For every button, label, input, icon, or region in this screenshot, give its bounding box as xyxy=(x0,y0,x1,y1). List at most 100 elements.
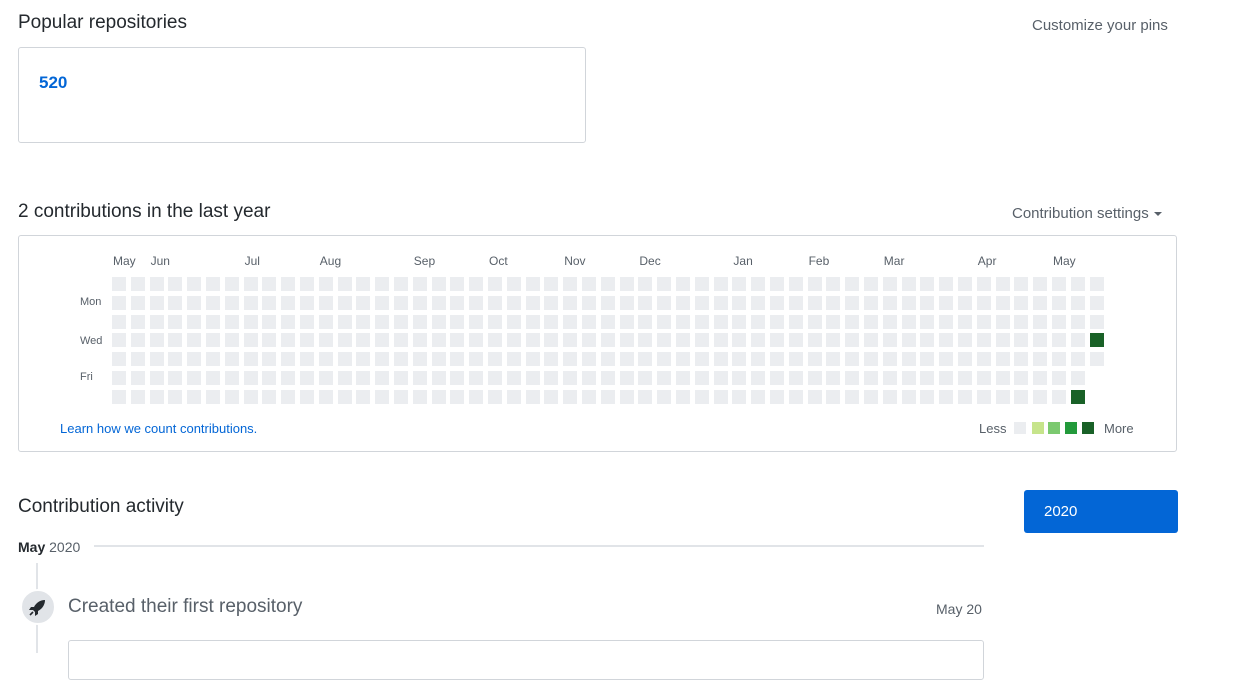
contribution-day-cell[interactable] xyxy=(262,371,277,385)
contribution-day-cell[interactable] xyxy=(488,389,502,404)
contribution-day-cell[interactable] xyxy=(1052,371,1066,385)
contribution-day-cell[interactable] xyxy=(130,352,145,367)
contribution-day-cell[interactable] xyxy=(281,389,296,404)
contribution-day-cell[interactable] xyxy=(168,314,183,329)
contribution-day-cell[interactable] xyxy=(864,371,878,385)
contribution-day-cell[interactable] xyxy=(751,352,766,367)
contribution-day-cell[interactable] xyxy=(807,352,822,367)
contribution-day-cell[interactable] xyxy=(337,314,352,329)
year-2020-button[interactable]: 2020 xyxy=(1024,490,1178,533)
contribution-day-cell[interactable] xyxy=(732,371,747,385)
contribution-day-cell[interactable] xyxy=(920,277,935,291)
contribution-day-cell[interactable] xyxy=(488,352,502,367)
contribution-day-cell[interactable] xyxy=(243,389,258,404)
contribution-day-cell[interactable] xyxy=(224,333,239,348)
contribution-day-cell[interactable] xyxy=(563,333,578,348)
contribution-day-cell[interactable] xyxy=(939,314,954,329)
contribution-day-cell[interactable] xyxy=(149,352,164,367)
contribution-day-cell[interactable] xyxy=(262,333,277,348)
contribution-day-cell[interactable] xyxy=(506,333,521,348)
contribution-day-cell[interactable] xyxy=(243,295,258,310)
contribution-day-cell[interactable] xyxy=(337,295,352,310)
contribution-day-cell[interactable] xyxy=(431,314,446,329)
contribution-day-cell[interactable] xyxy=(845,352,860,367)
contribution-day-cell[interactable] xyxy=(901,333,916,348)
contribution-day-cell[interactable] xyxy=(130,295,145,310)
contribution-day-cell[interactable] xyxy=(732,295,747,310)
contribution-day-cell[interactable] xyxy=(807,333,822,348)
contribution-day-cell[interactable] xyxy=(506,389,521,404)
contribution-day-cell[interactable] xyxy=(676,352,690,367)
contribution-day-cell[interactable] xyxy=(582,295,596,310)
contribution-day-cell[interactable] xyxy=(168,352,183,367)
contribution-day-cell[interactable] xyxy=(394,314,408,329)
contribution-day-cell[interactable] xyxy=(544,389,559,404)
contribution-day-cell[interactable] xyxy=(337,352,352,367)
contribution-day-cell[interactable] xyxy=(1089,333,1104,348)
contribution-day-cell[interactable] xyxy=(976,295,991,310)
contribution-day-cell[interactable] xyxy=(807,389,822,404)
contribution-day-cell[interactable] xyxy=(657,352,672,367)
contribution-day-cell[interactable] xyxy=(337,333,352,348)
contribution-day-cell[interactable] xyxy=(168,277,183,291)
contribution-day-cell[interactable] xyxy=(638,295,653,310)
contribution-day-cell[interactable] xyxy=(638,389,653,404)
contribution-day-cell[interactable] xyxy=(1014,371,1029,385)
contribution-day-cell[interactable] xyxy=(882,277,897,291)
contribution-day-cell[interactable] xyxy=(206,389,220,404)
contribution-day-cell[interactable] xyxy=(619,389,634,404)
contribution-day-cell[interactable] xyxy=(657,295,672,310)
contribution-day-cell[interactable] xyxy=(1070,333,1085,348)
contribution-day-cell[interactable] xyxy=(488,333,502,348)
contribution-day-cell[interactable] xyxy=(676,295,690,310)
contribution-day-cell[interactable] xyxy=(826,314,841,329)
contribution-day-cell[interactable] xyxy=(149,277,164,291)
contribution-day-cell[interactable] xyxy=(995,352,1010,367)
contribution-day-cell[interactable] xyxy=(694,277,709,291)
contribution-day-cell[interactable] xyxy=(375,389,390,404)
contribution-day-cell[interactable] xyxy=(845,389,860,404)
contribution-day-cell[interactable] xyxy=(1089,277,1104,291)
contribution-day-cell[interactable] xyxy=(713,333,728,348)
contribution-day-cell[interactable] xyxy=(112,352,126,367)
contribution-day-cell[interactable] xyxy=(300,277,314,291)
contribution-day-cell[interactable] xyxy=(563,277,578,291)
customize-pins-link[interactable]: Customize your pins xyxy=(1032,17,1168,34)
contribution-day-cell[interactable] xyxy=(751,333,766,348)
contribution-day-cell[interactable] xyxy=(262,314,277,329)
contribution-day-cell[interactable] xyxy=(525,314,540,329)
contribution-day-cell[interactable] xyxy=(356,277,371,291)
contribution-day-cell[interactable] xyxy=(318,389,333,404)
contribution-day-cell[interactable] xyxy=(826,333,841,348)
contribution-day-cell[interactable] xyxy=(1089,314,1104,329)
contribution-day-cell[interactable] xyxy=(281,371,296,385)
contribution-day-cell[interactable] xyxy=(525,389,540,404)
contribution-day-cell[interactable] xyxy=(488,314,502,329)
contribution-day-cell[interactable] xyxy=(920,371,935,385)
contribution-day-cell[interactable] xyxy=(694,295,709,310)
contribution-day-cell[interactable] xyxy=(638,352,653,367)
contribution-day-cell[interactable] xyxy=(882,295,897,310)
contribution-day-cell[interactable] xyxy=(431,371,446,385)
contribution-day-cell[interactable] xyxy=(412,277,427,291)
contribution-day-cell[interactable] xyxy=(149,295,164,310)
contribution-day-cell[interactable] xyxy=(450,295,465,310)
contribution-day-cell[interactable] xyxy=(995,277,1010,291)
contribution-day-cell[interactable] xyxy=(525,295,540,310)
contribution-day-cell[interactable] xyxy=(506,295,521,310)
contribution-day-cell[interactable] xyxy=(1033,295,1048,310)
contribution-day-cell[interactable] xyxy=(619,277,634,291)
contribution-day-cell[interactable] xyxy=(375,295,390,310)
contribution-day-cell[interactable] xyxy=(1014,277,1029,291)
contribution-day-cell[interactable] xyxy=(450,333,465,348)
contribution-day-cell[interactable] xyxy=(544,333,559,348)
contribution-day-cell[interactable] xyxy=(600,389,615,404)
contribution-day-cell[interactable] xyxy=(995,295,1010,310)
contribution-day-cell[interactable] xyxy=(337,371,352,385)
contribution-day-cell[interactable] xyxy=(788,295,803,310)
contribution-day-cell[interactable] xyxy=(450,277,465,291)
contribution-day-cell[interactable] xyxy=(713,277,728,291)
contribution-day-cell[interactable] xyxy=(187,314,202,329)
contribution-day-cell[interactable] xyxy=(976,277,991,291)
contribution-day-cell[interactable] xyxy=(864,277,878,291)
